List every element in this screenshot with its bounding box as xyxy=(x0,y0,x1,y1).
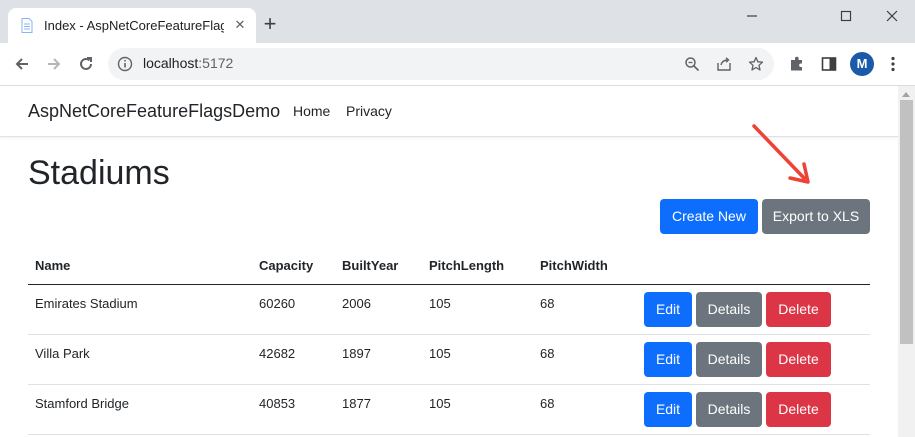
column-header-pitchwidth: PitchWidth xyxy=(540,258,608,273)
edit-button[interactable]: Edit xyxy=(644,342,692,377)
cell-pitch-length: 105 xyxy=(429,296,451,311)
url-text: localhost:5172 xyxy=(143,55,233,71)
browser-toolbar: localhost:5172 M xyxy=(0,43,915,86)
url-port: :5172 xyxy=(198,55,234,71)
tab-title: Index - AspNetCoreFeatureFlagsD xyxy=(44,18,224,33)
delete-button[interactable]: Delete xyxy=(766,342,831,377)
star-icon[interactable] xyxy=(748,56,764,72)
cell-pitch-length: 105 xyxy=(429,346,451,361)
table-row: Villa Park 42682 1897 105 68 Edit Detail… xyxy=(28,335,870,385)
puzzle-icon[interactable] xyxy=(788,55,806,73)
delete-button[interactable]: Delete xyxy=(766,292,831,327)
cell-capacity: 60260 xyxy=(259,296,296,311)
address-bar[interactable]: localhost:5172 xyxy=(108,48,774,80)
restore-icon[interactable] xyxy=(831,6,861,26)
column-header-capacity: Capacity xyxy=(259,258,314,273)
column-header-name: Name xyxy=(35,258,71,273)
details-button[interactable]: Details xyxy=(696,342,762,377)
navbar-brand[interactable]: AspNetCoreFeatureFlagsDemo xyxy=(28,101,280,122)
table-row: Emirates Stadium 60260 2006 105 68 Edit … xyxy=(28,285,870,335)
edit-button[interactable]: Edit xyxy=(644,292,692,327)
cell-name: Emirates Stadium xyxy=(35,296,138,311)
tab-strip: Index - AspNetCoreFeatureFlagsD ✕ + xyxy=(0,0,915,43)
browser-tab[interactable]: Index - AspNetCoreFeatureFlagsD ✕ xyxy=(8,8,256,43)
annotation-arrow-icon xyxy=(752,124,810,184)
cell-capacity: 40853 xyxy=(259,396,296,411)
cell-pitch-width: 68 xyxy=(540,296,555,311)
url-host: localhost xyxy=(143,55,199,71)
table-header: Name Capacity BuiltYear PitchLength Pitc… xyxy=(28,250,870,285)
page-favicon-icon xyxy=(21,18,33,33)
close-window-icon[interactable] xyxy=(877,6,907,26)
forward-icon[interactable] xyxy=(43,53,65,75)
column-header-builtyear: BuiltYear xyxy=(342,258,399,273)
minimize-icon[interactable] xyxy=(737,6,767,26)
create-new-button[interactable]: Create New xyxy=(660,199,758,234)
cell-built-year: 1877 xyxy=(342,396,371,411)
cell-built-year: 2006 xyxy=(342,296,371,311)
page-title: Stadiums xyxy=(28,154,170,192)
back-icon[interactable] xyxy=(11,53,33,75)
cell-name: Stamford Bridge xyxy=(35,396,129,411)
edit-button[interactable]: Edit xyxy=(644,392,692,427)
export-xls-button[interactable]: Export to XLS xyxy=(762,199,870,234)
new-tab-icon[interactable]: + xyxy=(259,13,281,36)
scroll-thumb[interactable] xyxy=(900,100,913,344)
close-tab-icon[interactable]: ✕ xyxy=(231,16,249,34)
scroll-up-arrow-icon[interactable] xyxy=(902,92,910,97)
nav-link-home[interactable]: Home xyxy=(293,103,330,119)
cell-pitch-width: 68 xyxy=(540,396,555,411)
page-viewport: AspNetCoreFeatureFlagsDemo Home Privacy … xyxy=(0,86,898,437)
details-button[interactable]: Details xyxy=(696,292,762,327)
cell-built-year: 1897 xyxy=(342,346,371,361)
site-info-icon[interactable] xyxy=(117,56,133,72)
reload-icon[interactable] xyxy=(75,53,97,75)
cell-name: Villa Park xyxy=(35,346,90,361)
details-button[interactable]: Details xyxy=(696,392,762,427)
nav-link-privacy[interactable]: Privacy xyxy=(346,103,392,119)
side-panel-icon[interactable] xyxy=(820,55,838,73)
cell-pitch-length: 105 xyxy=(429,396,451,411)
share-icon[interactable] xyxy=(716,56,732,72)
kebab-menu-icon[interactable] xyxy=(884,55,902,73)
delete-button[interactable]: Delete xyxy=(766,392,831,427)
zoom-icon[interactable] xyxy=(684,56,700,72)
column-header-pitchlength: PitchLength xyxy=(429,258,505,273)
table-row: Stamford Bridge 40853 1877 105 68 Edit D… xyxy=(28,385,870,435)
profile-avatar[interactable]: M xyxy=(850,52,874,76)
cell-capacity: 42682 xyxy=(259,346,296,361)
cell-pitch-width: 68 xyxy=(540,346,555,361)
page-scrollbar[interactable] xyxy=(898,86,915,437)
